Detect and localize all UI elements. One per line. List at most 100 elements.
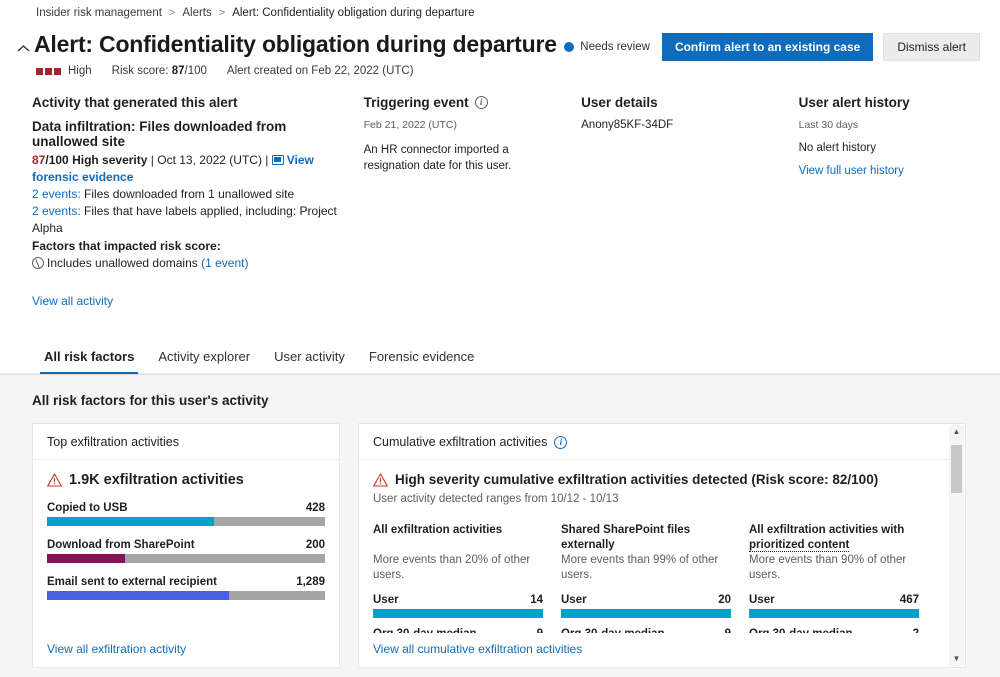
triggering-event-heading-text: Triggering event: [364, 95, 469, 110]
breadcrumb-item-current: Alert: Confidentiality obligation during…: [232, 7, 474, 19]
tab-forensic-evidence[interactable]: Forensic evidence: [357, 342, 487, 373]
card-body: High severity cumulative exfiltration ac…: [359, 460, 965, 633]
bar-row: Download from SharePoint 200: [47, 539, 325, 563]
mini-chart-title: All exfiltration activities with priorit…: [749, 523, 919, 553]
tab-bar: All risk factors Activity explorer User …: [0, 342, 1000, 374]
forensic-evidence-icon: [272, 155, 284, 165]
view-all-cumulative-exfiltration-link[interactable]: View all cumulative exfiltration activit…: [373, 642, 582, 656]
activity-event-row: 2 events: Files downloaded from 1 unallo…: [32, 186, 350, 203]
warning-row: 1.9K exfiltration activities: [47, 472, 325, 488]
right-card-subtitle: User activity detected ranges from 10/12…: [373, 493, 951, 505]
mini-chart-subtitle: More events than 90% of other users.: [749, 553, 919, 583]
activity-separator-1: |: [151, 153, 154, 167]
breadcrumb-item-alerts[interactable]: Alerts: [182, 7, 211, 19]
mini-chart-subtitle: More events than 20% of other users.: [373, 553, 543, 583]
view-all-activity-link[interactable]: View all activity: [32, 294, 113, 308]
tab-user-activity[interactable]: User activity: [262, 342, 357, 373]
mini-chart-title: Shared SharePoint files externally: [561, 523, 731, 553]
bar-value: 428: [306, 502, 325, 514]
risk-factors-heading: All risk factors for this user's activit…: [32, 393, 986, 408]
card-header: Cumulative exfiltration activities i: [359, 424, 965, 460]
bar-value: 2: [913, 628, 919, 633]
bar-label: Copied to USB: [47, 502, 128, 514]
right-card-title: High severity cumulative exfiltration ac…: [395, 472, 878, 487]
alert-summary: Activity that generated this alert Data …: [0, 77, 1000, 308]
mini-chart-title: All exfiltration activities: [373, 523, 543, 553]
chevron-up-icon[interactable]: [12, 35, 34, 61]
status-dot-icon: [564, 42, 574, 52]
event-count-link[interactable]: 2 events:: [32, 187, 81, 201]
bar-value: 1,289: [296, 576, 325, 588]
info-icon[interactable]: i: [475, 96, 488, 109]
bar-value: 9: [725, 628, 731, 633]
risk-cards: Top exfiltration activities 1.9K exfiltr…: [32, 423, 986, 668]
bar-label: Org 30-day median: [749, 628, 853, 633]
warning-triangle-icon: [373, 473, 388, 487]
risk-factors-pane: All risk factors for this user's activit…: [0, 374, 1000, 677]
scrollbar-track[interactable]: [951, 439, 962, 652]
caret-down-icon[interactable]: ▼: [953, 655, 961, 663]
bar-value: 467: [900, 594, 919, 606]
mini-chart-shared-sharepoint: Shared SharePoint files externally More …: [561, 523, 731, 633]
bar-value: 200: [306, 539, 325, 551]
mini-charts: All exfiltration activities More events …: [373, 521, 951, 633]
tab-all-risk-factors[interactable]: All risk factors: [32, 342, 146, 373]
triggering-event-description: An HR connector imported a resignation d…: [364, 142, 568, 174]
event-count-link[interactable]: 2 events:: [32, 204, 81, 218]
user-details-heading: User details: [581, 95, 785, 110]
caret-up-icon[interactable]: ▲: [953, 428, 961, 436]
left-card-title: 1.9K exfiltration activities: [69, 472, 244, 488]
view-all-exfiltration-activity-link[interactable]: View all exfiltration activity: [47, 642, 186, 656]
severity-indicator-icon: [36, 68, 61, 75]
bar-fill: [47, 554, 125, 563]
bar-value: 9: [537, 628, 543, 633]
bar-track: [47, 591, 325, 600]
bar-label: Org 30-day median: [373, 628, 477, 633]
confirm-alert-button[interactable]: Confirm alert to an existing case: [662, 33, 873, 61]
activity-column: Activity that generated this alert Data …: [32, 95, 364, 308]
bar-row: Org 30-day median 9: [561, 628, 731, 633]
header-actions: Needs review Confirm alert to an existin…: [564, 33, 980, 61]
bar-track: [749, 609, 919, 618]
breadcrumb-separator: >: [219, 7, 225, 19]
user-details-column: User details Anony85KF-34DF: [581, 95, 799, 308]
bar-fill: [373, 609, 543, 618]
bar-row: Email sent to external recipient 1,289: [47, 576, 325, 600]
alert-detail-pane: Insider risk management > Alerts > Alert…: [0, 0, 1000, 374]
factor-event-link[interactable]: (1 event): [201, 256, 248, 270]
triggering-event-heading: Triggering event i: [364, 95, 568, 110]
mini-chart-title-text: All exfiltration activities with priorit…: [749, 524, 904, 552]
activity-score-line: 87/100 High severity | Oct 13, 2022 (UTC…: [32, 152, 350, 186]
activity-score: 87: [32, 153, 45, 167]
card-footer: View all exfiltration activity: [33, 633, 339, 667]
factor-row: Includes unallowed domains (1 event): [32, 255, 350, 272]
severity-label: High: [68, 65, 92, 77]
info-icon[interactable]: i: [554, 436, 567, 449]
activity-score-rest: /100: [45, 153, 68, 167]
breadcrumb-item-insider-risk-management[interactable]: Insider risk management: [36, 7, 162, 19]
bar-label: User: [561, 594, 587, 606]
view-full-user-history-link[interactable]: View full user history: [799, 165, 904, 177]
tab-activity-explorer[interactable]: Activity explorer: [146, 342, 262, 373]
view-all-activity-row: View all activity: [32, 294, 350, 308]
mini-chart-prioritized-content: All exfiltration activities with priorit…: [749, 523, 919, 633]
triggering-event-timestamp: Feb 21, 2022 (UTC): [364, 119, 568, 131]
bar-row: User 467: [749, 594, 919, 618]
factor-text: Includes unallowed domains: [47, 256, 198, 270]
event-text: Files downloaded from 1 unallowed site: [84, 187, 294, 201]
mini-chart-all-exfiltration: All exfiltration activities More events …: [373, 523, 543, 633]
bar-row: User 20: [561, 594, 731, 618]
bar-track: [47, 554, 325, 563]
activity-heading: Activity that generated this alert: [32, 95, 350, 110]
vertical-scrollbar[interactable]: ▲ ▼: [949, 425, 964, 666]
user-alert-history-heading: User alert history: [799, 95, 966, 110]
bar-track: [561, 609, 731, 618]
user-details-value: Anony85KF-34DF: [581, 119, 785, 131]
bar-row: User 14: [373, 594, 543, 618]
user-alert-history-column: User alert history Last 30 days No alert…: [799, 95, 980, 308]
scrollbar-thumb[interactable]: [951, 445, 962, 493]
warning-row: High severity cumulative exfiltration ac…: [373, 472, 951, 487]
status-badge: Needs review: [564, 41, 650, 53]
dismiss-alert-button[interactable]: Dismiss alert: [883, 33, 980, 61]
alert-created: Alert created on Feb 22, 2022 (UTC): [227, 65, 414, 77]
